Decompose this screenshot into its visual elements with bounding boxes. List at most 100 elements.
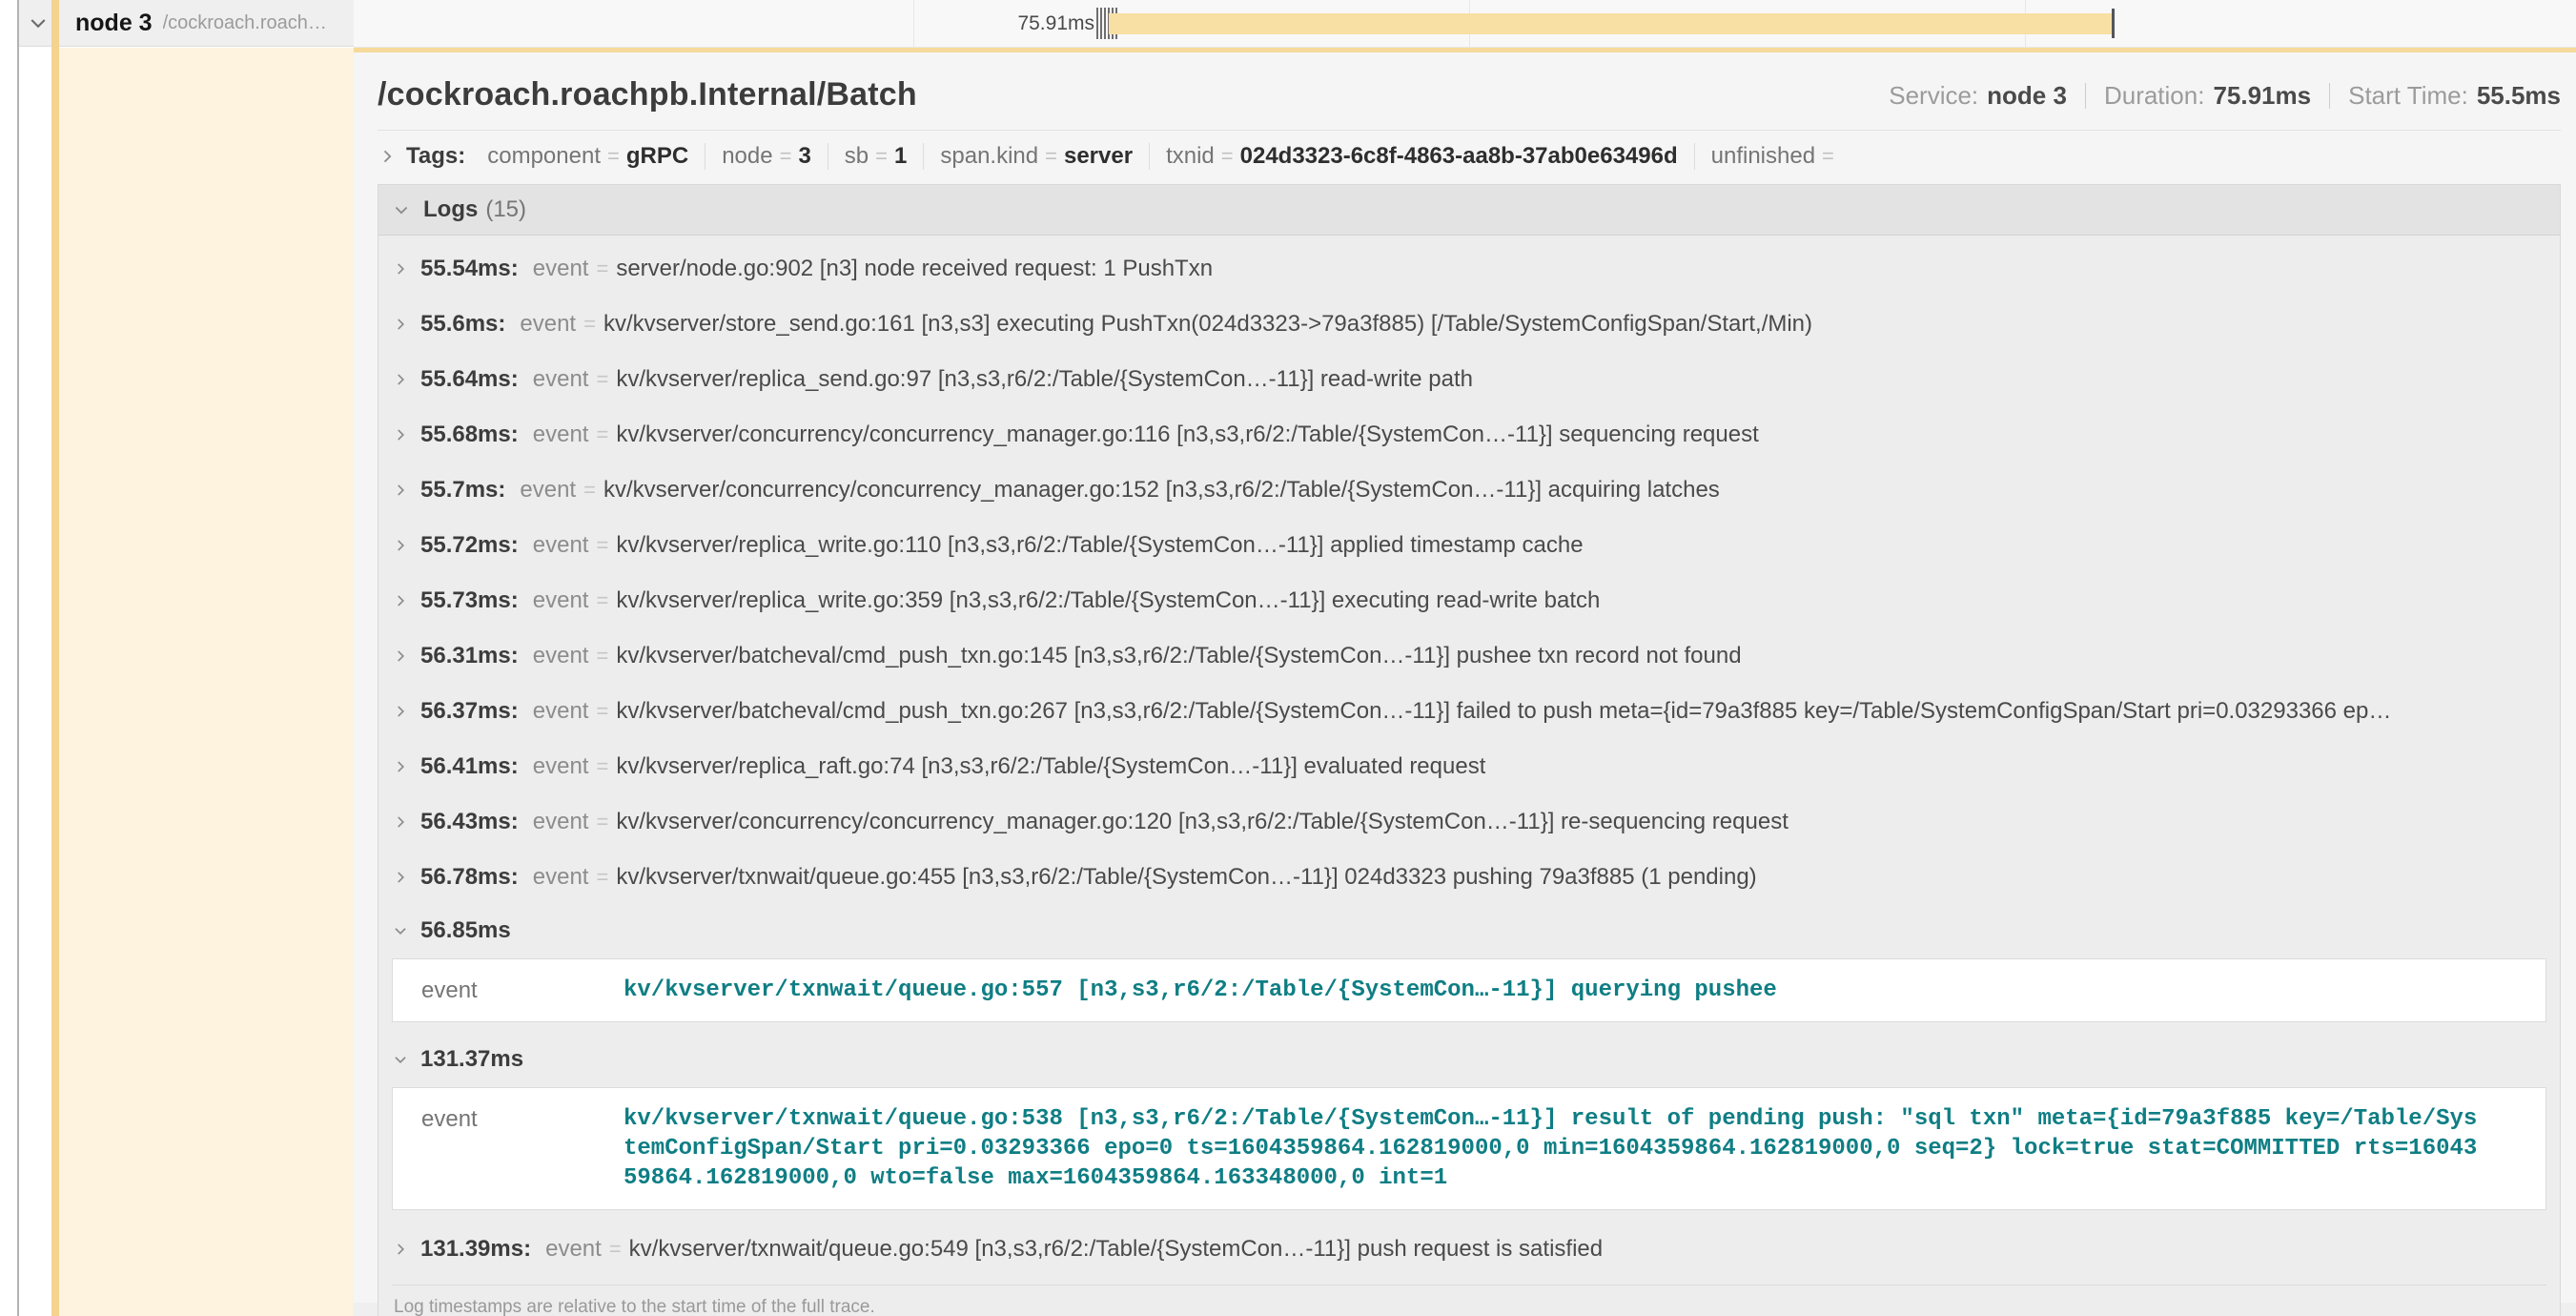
logs-list: 55.54ms: event = server/node.go:902 [n3]… bbox=[378, 236, 2560, 1316]
log-timestamp: 56.85ms bbox=[420, 917, 511, 944]
span-duration-bar[interactable] bbox=[1109, 13, 2113, 34]
log-entry-expanded-header[interactable]: 56.85ms bbox=[392, 905, 2546, 956]
log-detail-table: event kv/kvserver/txnwait/queue.go:538 [… bbox=[392, 1087, 2546, 1210]
tags-label: Tags: bbox=[406, 143, 465, 170]
log-field-key: event bbox=[421, 976, 624, 1004]
log-entry[interactable]: 131.39ms: event = kv/kvserver/txnwait/qu… bbox=[392, 1222, 2546, 1277]
span-service-name: node 3 bbox=[75, 10, 153, 37]
log-entry[interactable]: 56.41ms: event = kv/kvserver/replica_raf… bbox=[392, 739, 2546, 794]
log-field-key: event bbox=[533, 256, 589, 282]
log-message: kv/kvserver/concurrency/concurrency_mana… bbox=[603, 477, 1720, 504]
log-timestamp: 55.73ms: bbox=[420, 587, 519, 614]
log-timestamp: 131.39ms: bbox=[420, 1236, 531, 1263]
log-timestamp: 56.41ms: bbox=[420, 753, 519, 780]
log-message: kv/kvserver/replica_send.go:97 [n3,s3,r6… bbox=[616, 366, 1473, 393]
span-name-column bbox=[59, 48, 354, 1316]
log-message: kv/kvserver/replica_write.go:359 [n3,s3,… bbox=[616, 587, 1600, 614]
log-entry[interactable]: 55.64ms: event = kv/kvserver/replica_sen… bbox=[392, 352, 2546, 407]
logs-count: (15) bbox=[485, 196, 526, 223]
span-detail-header: /cockroach.roachpb.Internal/Batch Servic… bbox=[378, 52, 2561, 131]
span-detail-panel: /cockroach.roachpb.Internal/Batch Servic… bbox=[354, 48, 2576, 1303]
chevron-down-icon bbox=[392, 200, 411, 219]
span-end-marker bbox=[2112, 9, 2115, 38]
log-entry[interactable]: 55.68ms: event = kv/kvserver/concurrency… bbox=[392, 407, 2546, 463]
log-message: kv/kvserver/store_send.go:161 [n3,s3] ex… bbox=[603, 311, 1812, 338]
chevron-down-icon bbox=[392, 922, 409, 939]
log-timestamp: 55.72ms: bbox=[420, 532, 519, 559]
log-message: kv/kvserver/txnwait/queue.go:549 [n3,s3,… bbox=[629, 1236, 1603, 1263]
tags-accordion[interactable]: Tags: component = gRPC node = 3 sb = 1 s… bbox=[378, 131, 2561, 180]
log-entry[interactable]: 56.31ms: event = kv/kvserver/batcheval/c… bbox=[392, 628, 2546, 684]
tag-item: span.kind = server bbox=[924, 143, 1150, 170]
chevron-right-icon bbox=[392, 482, 409, 499]
service-label: Service: bbox=[1889, 81, 1978, 111]
log-timestamp: 55.68ms: bbox=[420, 422, 519, 448]
log-timestamp: 56.78ms: bbox=[420, 864, 519, 891]
log-timestamp: 55.54ms: bbox=[420, 256, 519, 282]
start-time-value: 55.5ms bbox=[2477, 81, 2561, 111]
log-entry[interactable]: 56.37ms: event = kv/kvserver/batcheval/c… bbox=[392, 684, 2546, 739]
log-entry[interactable]: 55.7ms: event = kv/kvserver/concurrency/… bbox=[392, 463, 2546, 518]
page-title: /cockroach.roachpb.Internal/Batch bbox=[378, 76, 917, 113]
log-field-key: event bbox=[533, 532, 589, 559]
timeline-gridline bbox=[913, 0, 914, 47]
tag-item: node = 3 bbox=[705, 143, 828, 170]
chevron-right-icon bbox=[392, 703, 409, 720]
log-field-value: kv/kvserver/txnwait/queue.go:557 [n3,s3,… bbox=[624, 976, 1777, 1005]
log-entry[interactable]: 55.54ms: event = server/node.go:902 [n3]… bbox=[392, 241, 2546, 297]
log-field-key: event bbox=[545, 1236, 602, 1263]
log-field-key: event bbox=[533, 643, 589, 669]
logs-label: Logs bbox=[423, 196, 478, 223]
log-message: kv/kvserver/replica_raft.go:74 [n3,s3,r6… bbox=[616, 753, 1485, 780]
trace-timeline-view: node 3 /cockroach.roach… 75.91ms /cockro… bbox=[0, 0, 2576, 1316]
column-resizer[interactable] bbox=[17, 0, 19, 1316]
log-field-key: event bbox=[520, 311, 576, 338]
span-overview: Service: node 3 Duration: 75.91ms Start … bbox=[1889, 81, 2561, 113]
chevron-right-icon bbox=[392, 869, 409, 886]
chevron-down-icon bbox=[27, 11, 50, 34]
span-accent-bar bbox=[51, 0, 59, 1316]
log-entry-expanded-header[interactable]: 131.37ms bbox=[392, 1034, 2546, 1085]
chevron-right-icon bbox=[392, 316, 409, 333]
log-entry[interactable]: 55.73ms: event = kv/kvserver/replica_wri… bbox=[392, 573, 2546, 628]
log-message: kv/kvserver/batcheval/cmd_push_txn.go:14… bbox=[616, 643, 1741, 669]
divider bbox=[2085, 83, 2086, 109]
log-timestamp: 55.6ms: bbox=[420, 311, 505, 338]
chevron-right-icon bbox=[392, 758, 409, 775]
log-entry[interactable]: 55.6ms: event = kv/kvserver/store_send.g… bbox=[392, 297, 2546, 352]
log-entry[interactable]: 56.43ms: event = kv/kvserver/concurrency… bbox=[392, 794, 2546, 850]
chevron-right-icon bbox=[378, 147, 397, 166]
span-operation-name: /cockroach.roach… bbox=[163, 12, 327, 34]
logs-accordion-header[interactable]: Logs (15) bbox=[378, 185, 2560, 236]
log-field-key: event bbox=[533, 864, 589, 891]
chevron-right-icon bbox=[392, 371, 409, 388]
divider bbox=[2329, 83, 2330, 109]
logs-footnote: Log timestamps are relative to the start… bbox=[392, 1285, 2546, 1316]
log-field-key: event bbox=[533, 809, 589, 835]
log-message: kv/kvserver/replica_write.go:110 [n3,s3,… bbox=[616, 532, 1583, 559]
log-field-key: event bbox=[533, 753, 589, 780]
log-message: kv/kvserver/batcheval/cmd_push_txn.go:26… bbox=[616, 698, 2391, 725]
log-entry[interactable]: 56.78ms: event = kv/kvserver/txnwait/que… bbox=[392, 850, 2546, 905]
span-timeline-row: 75.91ms bbox=[354, 0, 2576, 48]
chevron-right-icon bbox=[392, 426, 409, 443]
log-field-key: event bbox=[520, 477, 576, 504]
log-timestamp: 56.37ms: bbox=[420, 698, 519, 725]
log-entry[interactable]: 55.72ms: event = kv/kvserver/replica_wri… bbox=[392, 518, 2546, 573]
log-timestamp: 56.43ms: bbox=[420, 809, 519, 835]
tag-item: component = gRPC bbox=[471, 143, 705, 170]
tag-item: sb = 1 bbox=[828, 143, 925, 170]
span-row-header[interactable]: node 3 /cockroach.roach… bbox=[18, 0, 354, 47]
log-timestamp: 55.7ms: bbox=[420, 477, 505, 504]
log-timestamp: 56.31ms: bbox=[420, 643, 519, 669]
span-duration-label: 75.91ms bbox=[923, 12, 1094, 35]
log-field-key: event bbox=[533, 698, 589, 725]
logs-section: Logs (15) 55.54ms: event = server/node.g… bbox=[378, 184, 2561, 1316]
tag-item: txnid = 024d3323-6c8f-4863-aa8b-37ab0e63… bbox=[1150, 143, 1695, 170]
log-message: server/node.go:902 [n3] node received re… bbox=[616, 256, 1213, 282]
tag-item: unfinished = bbox=[1695, 143, 1857, 170]
chevron-right-icon bbox=[392, 537, 409, 554]
log-field-key: event bbox=[421, 1104, 624, 1133]
chevron-right-icon bbox=[392, 648, 409, 665]
chevron-right-icon bbox=[392, 1241, 409, 1258]
